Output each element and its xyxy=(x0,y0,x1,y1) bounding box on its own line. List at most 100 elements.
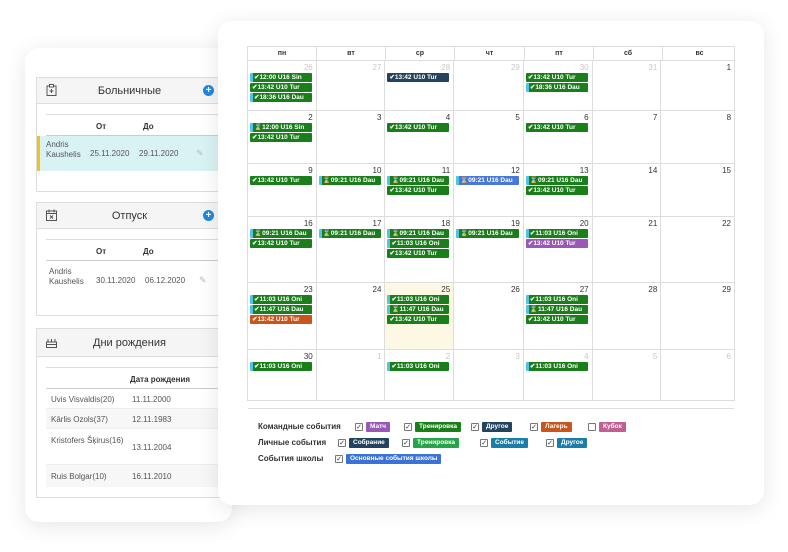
event-type-tag[interactable]: Кубок xyxy=(599,422,626,432)
calendar-day[interactable]: 24 xyxy=(317,283,386,349)
calendar-event[interactable]: ⌛09:21 U16 Dau xyxy=(318,176,381,185)
calendar-event[interactable]: ✔13:42 U10 Tur xyxy=(525,186,588,195)
filter-checkbox[interactable]: ✓ xyxy=(480,439,488,447)
calendar-event[interactable]: ✔13:42 U10 Tur xyxy=(250,315,312,324)
calendar-day[interactable]: 11 ⌛09:21 U16 Dau ✔13:42 U10 Tur xyxy=(385,164,455,216)
calendar-event[interactable]: ✔11:47 U16 Dau xyxy=(250,305,312,314)
calendar-day[interactable]: 4 ✔11:03 U16 Oni xyxy=(524,350,593,400)
calendar-event[interactable]: ✔11:03 U16 Oni xyxy=(525,229,588,238)
add-icon[interactable]: + xyxy=(203,85,214,96)
table-row[interactable]: Andris Kaushelis 25.11.2020 29.11.2020 ✎ xyxy=(37,136,222,171)
calendar-day[interactable]: 6 ✔13:42 U10 Tur xyxy=(524,111,593,163)
calendar-event[interactable]: ⌛09:21 U16 Dau xyxy=(456,176,520,185)
calendar-event[interactable]: ✔18:36 U16 Dau xyxy=(250,93,312,102)
table-row[interactable]: Uvis Visvaldis(20) 11.11.2000 xyxy=(46,389,222,409)
calendar-event[interactable]: ✔11:03 U16 Oni xyxy=(250,362,312,371)
table-row[interactable]: Kristofers Šķirus(16) 13.11.2004 xyxy=(46,429,222,465)
event-type-tag[interactable]: Матч xyxy=(366,422,391,432)
calendar-day[interactable]: 29 xyxy=(454,61,524,110)
calendar-event[interactable]: ✔13:42 U10 Tur xyxy=(387,73,450,82)
event-type-tag[interactable]: Основные события школы xyxy=(346,454,442,464)
calendar-event[interactable]: ⌛11:47 U16 Dau xyxy=(525,305,588,314)
calendar-day[interactable]: 2 ✔11:03 U16 Oni xyxy=(385,350,455,400)
event-type-tag[interactable]: Событие xyxy=(491,438,529,448)
calendar-event[interactable]: ✔18:36 U16 Dau xyxy=(525,83,588,92)
calendar-day[interactable]: 29 xyxy=(661,283,734,349)
calendar-day[interactable]: 14 xyxy=(593,164,662,216)
calendar-day[interactable]: 12 ⌛09:21 U16 Dau xyxy=(454,164,524,216)
pencil-icon[interactable]: ✎ xyxy=(196,148,205,158)
filter-checkbox[interactable]: ✓ xyxy=(530,423,538,431)
calendar-day[interactable]: 25 ✔11:03 U16 Oni ⌛11:47 U16 Dau ✔13:42 U10… xyxy=(385,283,455,349)
calendar-day[interactable]: 9 ✔13:42 U10 Tur xyxy=(248,164,317,216)
calendar-event[interactable]: ✔13:42 U10 Tur xyxy=(250,133,312,142)
calendar-event[interactable]: ⌛09:21 U16 Dau xyxy=(318,229,381,238)
calendar-event[interactable]: ✔13:42 U10 Tur xyxy=(525,73,588,82)
calendar-event[interactable]: ✔11:03 U16 Oni xyxy=(525,362,588,371)
calendar-event[interactable]: ✔11:03 U16 Oni xyxy=(250,295,312,304)
event-type-tag[interactable]: Другое xyxy=(482,422,513,432)
calendar-day[interactable]: 5 xyxy=(593,350,662,400)
calendar-event[interactable]: ✔11:03 U16 Oni xyxy=(387,295,450,304)
pencil-icon[interactable]: ✎ xyxy=(199,275,208,285)
calendar-event[interactable]: ⌛12:00 U16 Sin xyxy=(250,123,312,132)
calendar-day[interactable]: 30 ✔11:03 U16 Oni xyxy=(248,350,317,400)
calendar-event[interactable]: ✔13:42 U10 Tur xyxy=(387,123,450,132)
calendar-day[interactable]: 18 ⌛09:21 U16 Dau ✔11:03 U16 Oni ✔13:42 U10… xyxy=(385,217,455,282)
calendar-day[interactable]: 1 xyxy=(661,61,734,110)
calendar-day[interactable]: 7 xyxy=(593,111,662,163)
add-icon[interactable]: + xyxy=(203,210,214,221)
calendar-day[interactable]: 26 xyxy=(454,283,524,349)
calendar-event[interactable]: ✔13:42 U10 Tur xyxy=(387,249,450,258)
event-type-tag[interactable]: Тренировка xyxy=(413,438,460,448)
filter-checkbox[interactable]: ✓ xyxy=(546,439,554,447)
calendar-day[interactable]: 1 xyxy=(317,350,386,400)
filter-checkbox[interactable]: ✓ xyxy=(404,423,412,431)
calendar-event[interactable]: ⌛09:21 U16 Dau xyxy=(387,229,450,238)
table-row[interactable]: Kārlis Ozols(37) 12.11.1983 xyxy=(46,409,222,429)
calendar-event[interactable]: ✔13:42 U10 Tur xyxy=(250,83,312,92)
calendar-event[interactable]: ✔13:42 U10 Tur xyxy=(250,176,312,185)
calendar-day[interactable]: 4 ✔13:42 U10 Tur xyxy=(385,111,455,163)
event-type-tag[interactable]: Тренировка xyxy=(415,422,462,432)
calendar-day[interactable]: 27 ✔11:03 U16 Oni ⌛11:47 U16 Dau ✔13:42 U10… xyxy=(524,283,593,349)
calendar-day[interactable]: 19 ⌛09:21 U16 Dau xyxy=(454,217,524,282)
calendar-day[interactable]: 22 xyxy=(661,217,734,282)
calendar-event[interactable]: ✔13:42 U10 Tur xyxy=(525,239,588,248)
calendar-event[interactable]: ✔13:42 U10 Tur xyxy=(250,239,312,248)
calendar-event[interactable]: ⌛09:21 U16 Dau xyxy=(525,176,588,185)
filter-checkbox[interactable]: ✓ xyxy=(471,423,479,431)
calendar-day[interactable]: 21 xyxy=(593,217,662,282)
event-type-tag[interactable]: Лагерь xyxy=(541,422,572,432)
calendar-event[interactable]: ⌛09:21 U16 Dau xyxy=(387,176,450,185)
calendar-day[interactable]: 27 xyxy=(317,61,386,110)
calendar-day[interactable]: 28 xyxy=(593,283,662,349)
calendar-event[interactable]: ⌛09:21 U16 Dau xyxy=(456,229,520,238)
calendar-day[interactable]: 31 xyxy=(593,61,662,110)
calendar-event[interactable]: ✔13:42 U10 Tur xyxy=(525,123,588,132)
table-row[interactable]: Andris Kaushelis 30.11.2020 06.12.2020 ✎ xyxy=(46,261,222,296)
calendar-event[interactable]: ✔12:00 U16 Sin xyxy=(250,73,312,82)
calendar-event[interactable]: ✔13:42 U10 Tur xyxy=(387,315,450,324)
calendar-event[interactable]: ⌛11:47 U16 Dau xyxy=(387,305,450,314)
table-row[interactable]: Ruis Bolgar(10) 16.11.2010 xyxy=(46,465,222,487)
calendar-day[interactable]: 15 xyxy=(661,164,734,216)
calendar-day[interactable]: 13 ⌛09:21 U16 Dau ✔13:42 U10 Tur xyxy=(524,164,593,216)
calendar-event[interactable]: ✔11:03 U16 Oni xyxy=(387,239,450,248)
filter-checkbox[interactable]: ✓ xyxy=(355,423,363,431)
filter-checkbox[interactable] xyxy=(588,423,596,431)
calendar-day[interactable]: 6 xyxy=(661,350,734,400)
filter-checkbox[interactable]: ✓ xyxy=(338,439,346,447)
calendar-day[interactable]: 16 ⌛09:21 U16 Dau ✔13:42 U10 Tur xyxy=(248,217,317,282)
calendar-event[interactable]: ✔11:03 U16 Oni xyxy=(525,295,588,304)
calendar-event[interactable]: ⌛09:21 U16 Dau xyxy=(250,229,312,238)
calendar-day[interactable]: 3 xyxy=(454,350,524,400)
calendar-day[interactable]: 26 ✔12:00 U16 Sin ✔13:42 U10 Tur ✔18:36 U16… xyxy=(248,61,317,110)
calendar-event[interactable]: ✔11:03 U16 Oni xyxy=(387,362,450,371)
filter-checkbox[interactable]: ✓ xyxy=(402,439,410,447)
event-type-tag[interactable]: Собрание xyxy=(349,438,389,448)
calendar-day[interactable]: 5 xyxy=(454,111,524,163)
calendar-day[interactable]: 10 ⌛09:21 U16 Dau xyxy=(317,164,386,216)
calendar-day[interactable]: 17 ⌛09:21 U16 Dau xyxy=(317,217,386,282)
calendar-event[interactable]: ✔13:42 U10 Tur xyxy=(387,186,450,195)
